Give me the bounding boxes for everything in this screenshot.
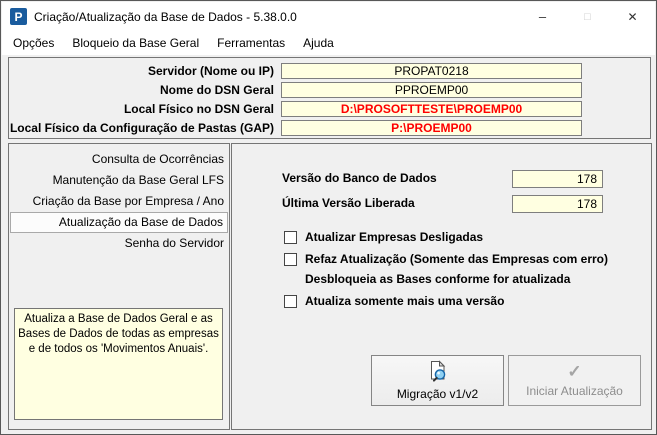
form-row: Servidor (Nome ou IP) PROPAT0218 xyxy=(9,61,650,80)
db-version-field[interactable]: 178 xyxy=(512,170,603,188)
sidebar-item-criacao-base-empresa-ano[interactable]: Criação da Base por Empresa / Ano xyxy=(10,191,228,212)
dsn-name-field[interactable]: PPROEMP00 xyxy=(281,81,582,98)
db-version-label: Versão do Banco de Dados xyxy=(282,171,437,185)
maximize-button: □ xyxy=(584,10,591,23)
dsn-name-label: Nome do DSN Geral xyxy=(159,82,274,97)
checkbox-label: Atualiza somente mais uma versão xyxy=(305,294,505,308)
close-button[interactable]: ✕ xyxy=(610,3,655,31)
gap-path-field[interactable]: P:\PROEMP00 xyxy=(281,119,582,136)
checkbox-icon[interactable] xyxy=(284,230,297,244)
checkmark-icon: ✓ xyxy=(567,362,582,381)
migracao-button-label: Migração v1/v2 xyxy=(396,386,479,401)
document-search-icon xyxy=(428,360,448,386)
server-name-label: Servidor (Nome ou IP) xyxy=(147,63,274,78)
iniciar-button-label: Iniciar Atualização xyxy=(526,384,623,398)
dsn-physical-path-field[interactable]: D:\PROSOFTTESTE\PROEMP00 xyxy=(281,100,582,117)
released-version-row: Última Versão Liberada 178 xyxy=(232,195,651,213)
menu-opcoes[interactable]: Opções xyxy=(4,33,63,53)
server-name-field[interactable]: PROPAT0218 xyxy=(281,62,582,79)
form-row: Nome do DSN Geral PPROEMP00 xyxy=(9,80,650,99)
menubar: Opções Bloqueio da Base Geral Ferramenta… xyxy=(2,31,655,55)
sidebar: Consulta de Ocorrências Manutenção da Ba… xyxy=(8,143,230,430)
form-row: Local Físico da Configuração de Pastas (… xyxy=(9,118,650,137)
client-area: Servidor (Nome ou IP) PROPAT0218 Nome do… xyxy=(2,55,655,433)
refaz-atualizacao-note: Desbloqueia as Bases conforme for atuali… xyxy=(305,272,571,286)
selected-item-description: Atualiza a Base de Dados Geral e as Base… xyxy=(14,308,223,420)
checkbox-icon[interactable] xyxy=(284,294,297,308)
released-version-field[interactable]: 178 xyxy=(512,195,603,213)
checkbox-atualiza-uma-versao[interactable]: Atualiza somente mais uma versão xyxy=(284,293,504,309)
iniciar-atualizacao-button[interactable]: ✓ Iniciar Atualização xyxy=(508,355,641,406)
minimize-button[interactable]: – xyxy=(520,3,565,31)
server-config-panel: Servidor (Nome ou IP) PROPAT0218 Nome do… xyxy=(8,57,651,139)
menu-bloqueio-base-geral[interactable]: Bloqueio da Base Geral xyxy=(63,33,208,53)
sidebar-item-senha-servidor[interactable]: Senha do Servidor xyxy=(10,233,228,254)
db-version-row: Versão do Banco de Dados 178 xyxy=(232,170,651,188)
checkbox-icon[interactable] xyxy=(284,252,297,266)
released-version-label: Última Versão Liberada xyxy=(282,196,415,210)
titlebar: P Criação/Atualização da Base de Dados -… xyxy=(2,2,655,31)
checkbox-label: Refaz Atualização (Somente das Empresas … xyxy=(305,252,608,266)
dsn-physical-path-label: Local Físico no DSN Geral xyxy=(123,101,274,116)
sidebar-item-manutencao-base-lfs[interactable]: Manutenção da Base Geral LFS xyxy=(10,170,228,191)
gap-path-label: Local Físico da Configuração de Pastas (… xyxy=(9,120,274,135)
main-panel: Versão do Banco de Dados 178 Última Vers… xyxy=(231,143,652,430)
sidebar-item-consulta-ocorrencias[interactable]: Consulta de Ocorrências xyxy=(10,149,228,170)
app-logo-icon: P xyxy=(10,8,27,25)
app-window: P Criação/Atualização da Base de Dados -… xyxy=(0,0,657,435)
form-row: Local Físico no DSN Geral D:\PROSOFTTEST… xyxy=(9,99,650,118)
checkbox-label: Atualizar Empresas Desligadas xyxy=(305,230,484,244)
sidebar-item-atualizacao-base[interactable]: Atualização da Base de Dados xyxy=(10,212,228,233)
checkbox-atualizar-desligadas[interactable]: Atualizar Empresas Desligadas xyxy=(284,229,483,245)
menu-ajuda[interactable]: Ajuda xyxy=(294,33,343,53)
menu-ferramentas[interactable]: Ferramentas xyxy=(208,33,294,53)
checkbox-refaz-atualizacao[interactable]: Refaz Atualização (Somente das Empresas … xyxy=(284,251,608,267)
window-title: Criação/Atualização da Base de Dados - 5… xyxy=(34,9,297,24)
migracao-v1-v2-button[interactable]: Migração v1/v2 xyxy=(371,355,504,406)
